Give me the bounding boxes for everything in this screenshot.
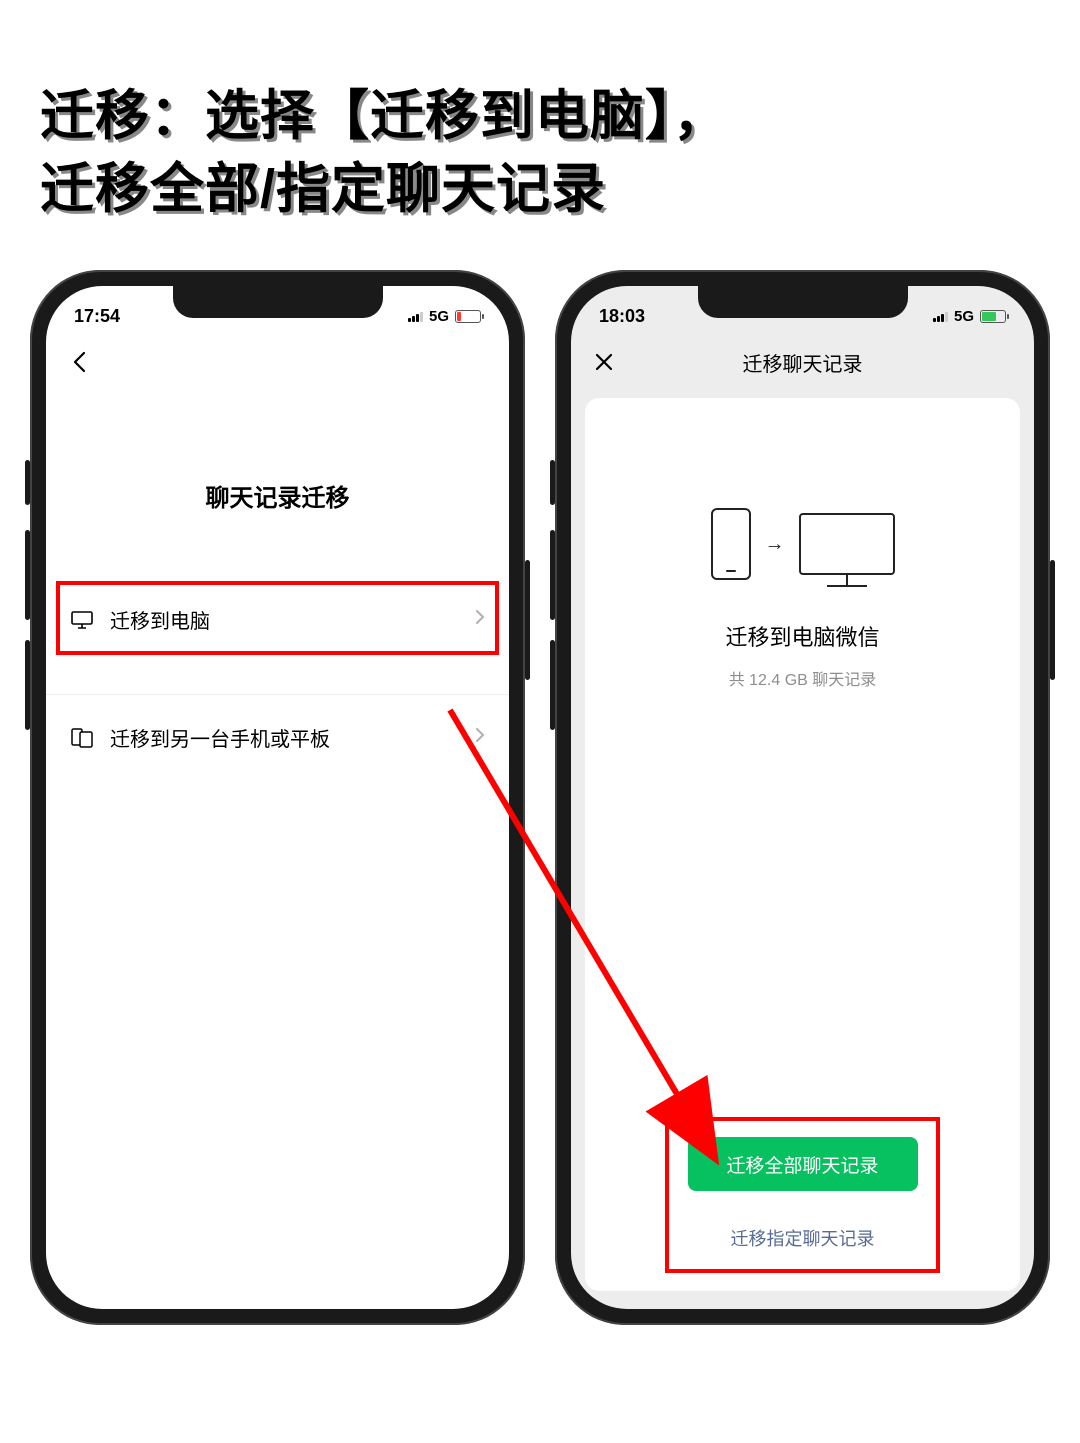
menu-label: 迁移到另一台手机或平板 — [110, 723, 459, 752]
menu-item-migrate-to-pc[interactable]: 迁移到电脑 — [46, 583, 509, 656]
pc-icon — [70, 608, 94, 632]
signal-icon — [408, 310, 423, 322]
menu-label: 迁移到电脑 — [110, 605, 459, 634]
arrow-right-icon: → — [765, 533, 785, 556]
separator — [46, 694, 509, 695]
content-card: → 迁移到电脑微信 共 12.4 GB 聊天记录 迁移全部聊天记录 迁移指定聊天… — [585, 398, 1020, 1291]
phone-notch — [698, 286, 908, 318]
nav-title: 迁移聊天记录 — [571, 348, 1034, 377]
transfer-illustration: → — [711, 508, 895, 580]
phone-icon — [711, 508, 751, 580]
card-subtitle: 共 12.4 GB 聊天记录 — [729, 666, 877, 690]
network-label: 5G — [954, 308, 974, 325]
tutorial-headline: 迁移：选择【迁移到电脑】， 迁移全部/指定聊天记录 — [40, 80, 1050, 226]
monitor-icon — [799, 513, 895, 575]
phone-notch — [173, 286, 383, 318]
battery-low-icon — [455, 310, 481, 323]
devices-icon — [70, 726, 94, 750]
phone-frame-left: 17:54 5G 聊天记录迁移 — [30, 270, 525, 1325]
status-time: 18:03 — [599, 306, 645, 327]
nav-bar — [46, 336, 509, 388]
back-button[interactable] — [64, 347, 94, 377]
phone-frame-right: 18:03 5G 迁移聊天记录 → 迁移到电脑微信 — [555, 270, 1050, 1325]
actions-container: 迁移全部聊天记录 迁移指定聊天记录 — [585, 1137, 1020, 1251]
network-label: 5G — [429, 308, 449, 325]
status-time: 17:54 — [74, 306, 120, 327]
page-title: 聊天记录迁移 — [46, 478, 509, 513]
phones-container: 17:54 5G 聊天记录迁移 — [0, 270, 1080, 1325]
card-title: 迁移到电脑微信 — [725, 620, 879, 652]
menu-item-migrate-to-mobile[interactable]: 迁移到另一台手机或平板 — [46, 701, 509, 774]
signal-icon — [933, 310, 948, 322]
battery-charging-icon — [980, 310, 1006, 323]
nav-bar: 迁移聊天记录 — [571, 336, 1034, 388]
migrate-selected-link[interactable]: 迁移指定聊天记录 — [731, 1225, 875, 1251]
chevron-right-icon — [475, 609, 485, 630]
close-button[interactable] — [589, 347, 619, 377]
chevron-right-icon — [475, 727, 485, 748]
migrate-all-button[interactable]: 迁移全部聊天记录 — [688, 1137, 918, 1191]
